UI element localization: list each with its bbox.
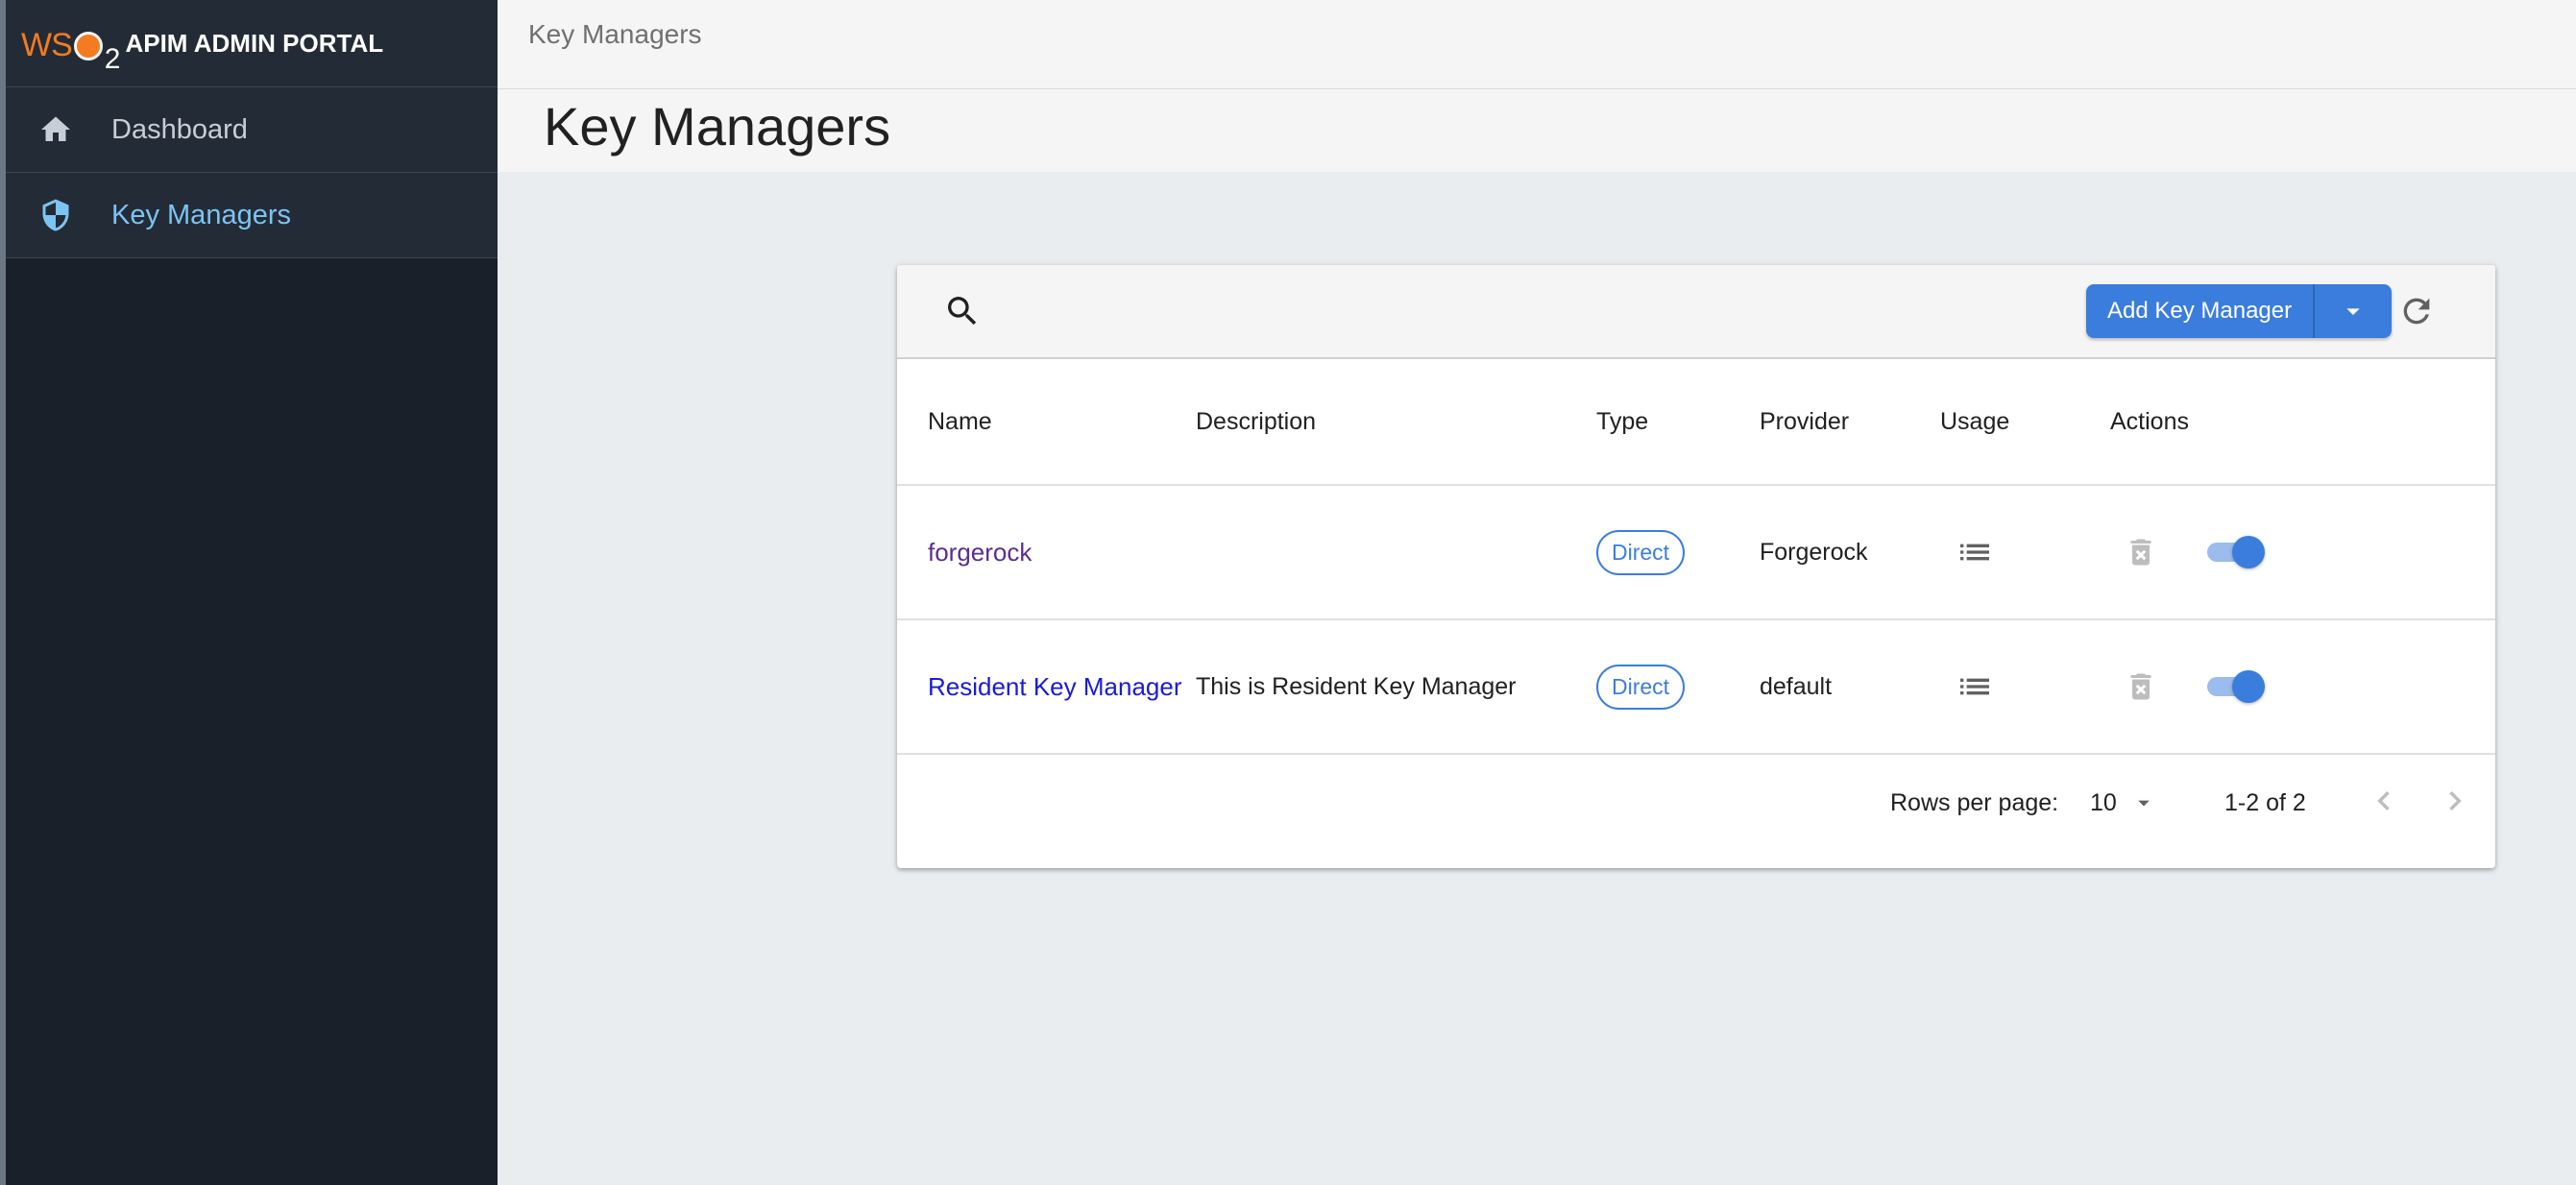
type-chip: Direct — [1596, 665, 1685, 710]
key-manager-link[interactable]: Resident Key Manager — [928, 672, 1181, 701]
logo-o-mark — [74, 32, 103, 60]
breadcrumb: Key Managers — [528, 19, 702, 50]
add-key-manager-dropdown-button[interactable] — [2315, 284, 2392, 338]
sidebar-item-label: Key Managers — [111, 200, 291, 231]
toggle-thumb — [2232, 670, 2265, 703]
description-cell — [1196, 485, 1596, 619]
sidebar-item-dashboard[interactable]: Dashboard — [6, 87, 498, 173]
next-page-icon[interactable] — [2436, 782, 2474, 820]
sidebar-item-label: Dashboard — [111, 114, 248, 146]
table-toolbar: Add Key Manager — [897, 265, 2495, 359]
key-managers-card: Add Key Manager Name Description Type Pr… — [897, 265, 2495, 868]
table-row: Resident Key Manager This is Resident Ke… — [897, 619, 2495, 754]
refresh-icon[interactable] — [2397, 292, 2436, 330]
title-bar: Key Managers — [498, 89, 2576, 172]
toggle-thumb — [2232, 536, 2265, 568]
type-cell: Direct — [1596, 485, 1760, 619]
provider-cell: default — [1760, 619, 1940, 754]
sidebar-item-key-managers[interactable]: Key Managers — [6, 173, 498, 258]
table-header-row: Name Description Type Provider Usage Act… — [897, 359, 2495, 485]
caret-down-icon — [2130, 789, 2157, 816]
delete-icon[interactable] — [2124, 533, 2158, 571]
add-key-manager-split-button: Add Key Manager — [2086, 284, 2392, 338]
previous-page-icon[interactable] — [2365, 782, 2403, 820]
search-icon[interactable] — [943, 292, 982, 330]
name-cell: forgerock — [897, 485, 1196, 619]
caret-down-icon — [2338, 296, 2369, 326]
portal-title: APIM ADMIN PORTAL — [125, 29, 383, 59]
enable-toggle[interactable] — [2207, 667, 2265, 706]
actions-cell — [2110, 485, 2495, 619]
column-header-actions: Actions — [2110, 359, 2495, 485]
brand-header[interactable]: WS 2 APIM ADMIN PORTAL — [6, 0, 498, 87]
rows-per-page-label: Rows per page: — [1890, 789, 2058, 817]
actions-cell — [2110, 619, 2495, 754]
pagination-range: 1-2 of 2 — [2224, 789, 2306, 817]
home-icon — [38, 112, 73, 147]
column-header-type[interactable]: Type — [1596, 359, 1760, 485]
rows-per-page-select[interactable]: 10 — [2090, 784, 2157, 822]
add-key-manager-button[interactable]: Add Key Manager — [2086, 284, 2315, 338]
usage-list-icon[interactable] — [1956, 533, 1994, 571]
table-pagination: Rows per page: 10 1-2 of 2 — [897, 749, 2495, 868]
delete-icon[interactable] — [2124, 667, 2158, 706]
column-header-description[interactable]: Description — [1196, 359, 1596, 485]
rows-per-page-value: 10 — [2090, 789, 2117, 817]
shield-icon — [38, 198, 73, 232]
type-chip: Direct — [1596, 530, 1685, 575]
column-header-usage: Usage — [1940, 359, 2110, 485]
sidebar: WS 2 APIM ADMIN PORTAL Dashboard Key Man… — [6, 0, 498, 1185]
enable-toggle[interactable] — [2207, 533, 2265, 571]
name-cell: Resident Key Manager — [897, 619, 1196, 754]
column-header-provider[interactable]: Provider — [1760, 359, 1940, 485]
key-managers-table: Name Description Type Provider Usage Act… — [897, 359, 2495, 755]
type-cell: Direct — [1596, 619, 1760, 754]
table-row: forgerock Direct Forgerock — [897, 485, 2495, 619]
page-title: Key Managers — [544, 95, 890, 157]
usage-list-icon[interactable] — [1956, 667, 1994, 706]
usage-cell — [1940, 485, 2110, 619]
wso2-logo: WS 2 — [21, 22, 119, 64]
key-manager-link[interactable]: forgerock — [928, 538, 1032, 567]
provider-cell: Forgerock — [1760, 485, 1940, 619]
usage-cell — [1940, 619, 2110, 754]
column-header-name[interactable]: Name — [897, 359, 1196, 485]
description-cell: This is Resident Key Manager — [1196, 619, 1596, 754]
top-bar: Key Managers — [498, 0, 2576, 89]
